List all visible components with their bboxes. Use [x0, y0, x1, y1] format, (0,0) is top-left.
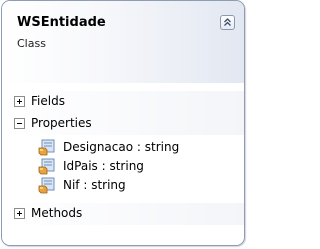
expand-plus-icon[interactable]	[14, 208, 25, 219]
expand-plus-icon[interactable]	[14, 96, 25, 107]
class-stereotype: Class	[17, 37, 46, 50]
section-label-properties: Properties	[31, 116, 92, 130]
member-label: IdPais : string	[63, 159, 144, 173]
property-icon	[38, 139, 55, 156]
class-shape[interactable]: WSEntidade Class Fields Properties Desig…	[1, 0, 245, 246]
member-label: Nif : string	[63, 178, 126, 192]
section-label-fields: Fields	[31, 94, 65, 108]
section-methods[interactable]: Methods	[2, 203, 244, 225]
chevron-up-double-icon	[224, 18, 231, 26]
class-compartments: Fields Properties Designacao : string Id…	[2, 83, 244, 245]
collapse-minus-icon[interactable]	[14, 118, 25, 129]
list-item[interactable]: Designacao : string	[2, 138, 244, 157]
section-properties[interactable]: Properties	[2, 113, 244, 135]
list-item[interactable]: Nif : string	[2, 176, 244, 195]
class-name[interactable]: WSEntidade	[17, 15, 106, 31]
collapse-button[interactable]	[220, 15, 235, 30]
class-header: WSEntidade Class	[2, 1, 244, 83]
member-label: Designacao : string	[63, 140, 180, 154]
property-icon	[38, 158, 55, 175]
list-item[interactable]: IdPais : string	[2, 157, 244, 176]
section-fields[interactable]: Fields	[2, 91, 244, 113]
section-label-methods: Methods	[31, 206, 83, 220]
property-icon	[38, 177, 55, 194]
